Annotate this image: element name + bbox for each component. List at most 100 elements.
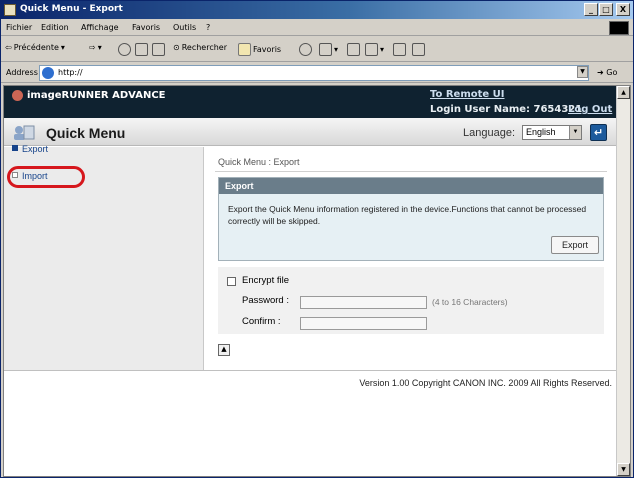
- language-select[interactable]: English ▼: [522, 125, 582, 140]
- export-panel: Export Export the Quick Menu information…: [218, 177, 604, 261]
- export-panel-heading: Export: [219, 178, 603, 194]
- breadcrumb-divider: [215, 171, 607, 172]
- header-bar: imageRUNNER ADVANCE To Remote UI Login U…: [4, 86, 616, 118]
- favorites-label: Favoris: [253, 45, 282, 54]
- back-arrow-icon: ⇦: [5, 43, 12, 52]
- back-button[interactable]: ⇦ Précédente ▾: [5, 43, 65, 52]
- chevron-down-icon: ▼: [569, 126, 581, 139]
- ie-page-icon: [42, 67, 54, 79]
- menu-bar: Fichier Edition Affichage Favoris Outils…: [1, 20, 633, 36]
- remote-ui-page: imageRUNNER ADVANCE To Remote UI Login U…: [4, 86, 616, 476]
- windows-logo-icon: [609, 21, 629, 35]
- encrypt-file-checkbox[interactable]: [227, 277, 236, 286]
- go-button[interactable]: ➜ Go: [597, 68, 617, 77]
- canon-logo-icon: [12, 90, 23, 101]
- menu-outils[interactable]: Outils: [173, 23, 196, 32]
- toolbar: ⇦ Précédente ▾ ⇨ ▾ ⊙ Rechercher Favoris: [1, 37, 633, 62]
- address-label: Address: [6, 68, 38, 77]
- vertical-scrollbar[interactable]: ▲ ▼: [616, 86, 630, 476]
- home-button[interactable]: [152, 43, 165, 56]
- home-icon: [152, 43, 165, 56]
- history-icon: [299, 43, 312, 56]
- messenger-icon: [412, 43, 425, 56]
- menu-edition[interactable]: Edition: [41, 23, 69, 32]
- favorites-button[interactable]: Favoris: [238, 43, 281, 56]
- maximize-button[interactable]: □: [599, 3, 613, 16]
- export-description: Export the Quick Menu information regist…: [228, 204, 587, 226]
- breadcrumb: Quick Menu : Export: [218, 157, 300, 167]
- import-highlight-circle: [7, 166, 85, 188]
- refresh-icon: [135, 43, 148, 56]
- stop-button[interactable]: [118, 43, 131, 56]
- password-label: Password :: [242, 295, 289, 306]
- stop-icon: [118, 43, 131, 56]
- close-button[interactable]: X: [616, 3, 630, 16]
- chevron-down-icon: ▾: [97, 43, 102, 52]
- brand-name: imageRUNNER ADVANCE: [27, 90, 166, 101]
- forward-button[interactable]: ⇨ ▾: [89, 43, 102, 52]
- bullet-icon: [12, 145, 18, 151]
- encrypt-panel: Encrypt file Password : (4 to 16 Charact…: [218, 267, 604, 334]
- page-title: Quick Menu: [46, 125, 126, 141]
- address-bar: Address http:// ▼ ➜ Go: [1, 63, 633, 83]
- login-user-name: Login User Name: 7654321: [430, 104, 583, 115]
- favorites-icon: [238, 43, 251, 56]
- menu-affichage[interactable]: Affichage: [81, 23, 119, 32]
- address-url: http://: [58, 68, 83, 77]
- scroll-up-button[interactable]: ▲: [617, 86, 630, 99]
- to-remote-ui-link[interactable]: To Remote UI: [430, 89, 505, 100]
- print-button[interactable]: [347, 43, 360, 56]
- confirm-field[interactable]: [300, 317, 427, 330]
- history-button[interactable]: [299, 43, 312, 56]
- address-dropdown-button[interactable]: ▼: [577, 66, 588, 78]
- back-to-top-icon[interactable]: ▲: [218, 344, 230, 356]
- edit-button[interactable]: ▾: [365, 43, 384, 56]
- mail-button[interactable]: ▾: [319, 43, 338, 56]
- menu-help[interactable]: ?: [206, 23, 210, 32]
- chevron-down-icon: ▾: [380, 45, 385, 54]
- confirm-label: Confirm :: [242, 316, 281, 327]
- encrypt-file-label: Encrypt file: [242, 275, 289, 286]
- menu-favoris[interactable]: Favoris: [132, 23, 160, 32]
- quick-menu-bar: Quick Menu Language: English ▼ ↵: [4, 118, 616, 146]
- search-button[interactable]: ⊙ Rechercher: [173, 43, 227, 52]
- forward-arrow-icon: ⇨: [89, 43, 96, 52]
- discuss-icon: [393, 43, 406, 56]
- sidebar-item-label: Export: [22, 144, 49, 154]
- footer-divider: [4, 370, 616, 371]
- main-content: Quick Menu : Export Export Export the Qu…: [205, 147, 616, 370]
- language-value: English: [526, 127, 556, 137]
- menu-fichier[interactable]: Fichier: [6, 23, 32, 32]
- print-icon: [347, 43, 360, 56]
- password-hint: (4 to 16 Characters): [432, 297, 508, 307]
- page-viewport: imageRUNNER ADVANCE To Remote UI Login U…: [3, 85, 631, 477]
- title-bar: Quick Menu - Export _ □ X: [1, 1, 633, 19]
- chevron-down-icon: ▾: [60, 43, 65, 52]
- mail-icon: [319, 43, 332, 56]
- discuss-button[interactable]: [393, 43, 406, 56]
- chevron-down-icon: ▾: [334, 45, 339, 54]
- address-input[interactable]: http://: [39, 65, 589, 81]
- search-label: Rechercher: [181, 43, 228, 52]
- language-apply-button[interactable]: ↵: [590, 124, 607, 141]
- logout-link[interactable]: Log Out: [568, 104, 612, 115]
- quick-menu-icon: [14, 125, 35, 140]
- back-label: Précédente: [13, 43, 59, 52]
- language-label: Language:: [463, 127, 515, 139]
- go-arrow-icon: ➜: [597, 68, 604, 77]
- scroll-down-button[interactable]: ▼: [617, 463, 630, 476]
- messenger-button[interactable]: [412, 43, 425, 56]
- edit-icon: [365, 43, 378, 56]
- refresh-button[interactable]: [135, 43, 148, 56]
- window-controls: _ □ X: [584, 3, 630, 16]
- browser-window: Quick Menu - Export _ □ X Fichier Editio…: [0, 0, 634, 478]
- ie-app-icon: [4, 4, 16, 16]
- copyright-footer: Version 1.00 Copyright CANON INC. 2009 A…: [359, 378, 612, 388]
- password-field[interactable]: [300, 296, 427, 309]
- sidebar-item-export[interactable]: Export: [12, 144, 48, 154]
- window-title: Quick Menu - Export: [20, 4, 123, 14]
- export-button[interactable]: Export: [551, 236, 599, 254]
- minimize-button[interactable]: _: [584, 3, 598, 16]
- search-icon: ⊙: [173, 43, 180, 52]
- go-label: Go: [606, 68, 618, 77]
